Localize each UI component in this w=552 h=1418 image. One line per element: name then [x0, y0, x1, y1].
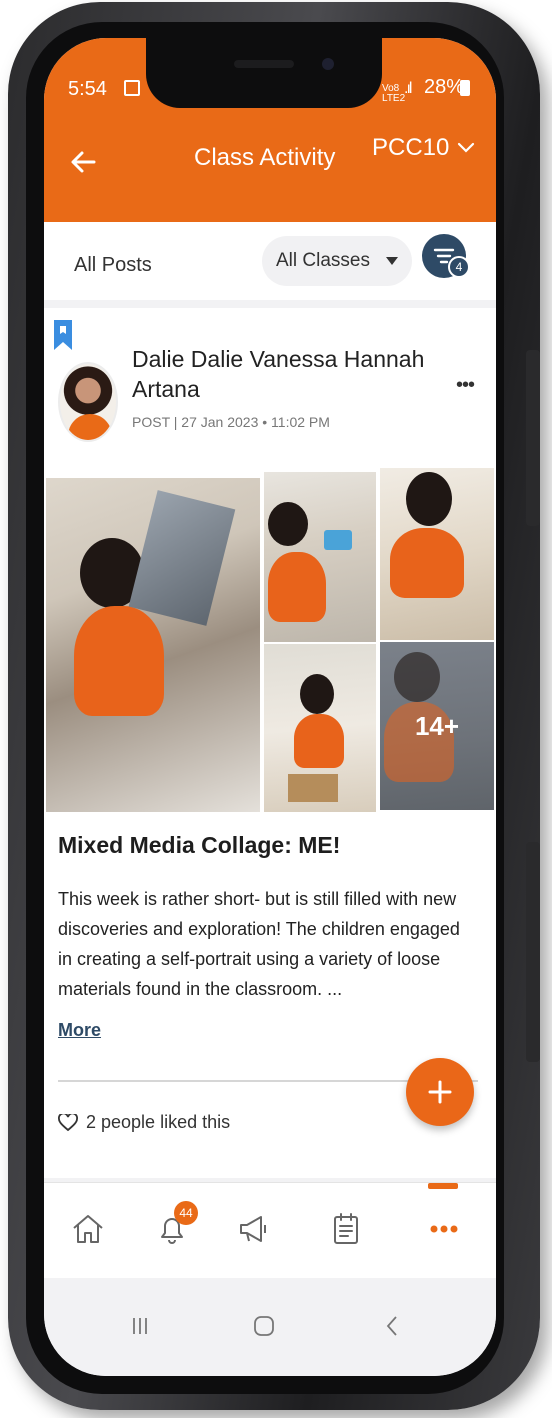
likes-count: 2 people liked this — [86, 1112, 231, 1132]
back-system-button[interactable] — [372, 1306, 412, 1346]
status-time: 5:54 — [68, 78, 107, 100]
pinned-bookmark-icon — [54, 320, 72, 350]
gallery-photo[interactable] — [264, 472, 376, 642]
nav-home[interactable] — [58, 1201, 118, 1257]
author-avatar[interactable] — [58, 362, 118, 442]
recent-apps-icon — [133, 1318, 147, 1334]
network-label: Vo8 LTE2 — [382, 83, 406, 104]
camera-notch — [146, 38, 382, 108]
calendar-icon — [334, 1213, 358, 1244]
gallery-photo[interactable] — [46, 478, 260, 812]
caret-down-icon — [386, 257, 398, 265]
likes-row[interactable]: 2 people liked this — [58, 1112, 230, 1133]
class-filter-dropdown[interactable]: All Classes — [262, 236, 412, 286]
app-screen: 5:54 Vo8 LTE2 .ıl 28% Class Activity PCC… — [44, 38, 496, 1376]
post-meta: POST | 27 Jan 2023 • 11:02 PM — [132, 414, 330, 430]
more-photos-count: 14+ — [414, 710, 460, 741]
arrow-left-icon — [71, 151, 96, 173]
home-system-button[interactable] — [244, 1306, 284, 1346]
plus-icon — [428, 1080, 452, 1104]
volume-button — [526, 350, 540, 526]
battery-percent: 28% — [424, 76, 465, 98]
system-navigation-bar — [44, 1278, 496, 1376]
class-selector-label: PCC10 — [372, 134, 450, 161]
chevron-down-icon — [458, 142, 475, 153]
battery-icon — [460, 80, 470, 96]
back-button[interactable] — [66, 144, 102, 180]
gallery-photo[interactable] — [380, 468, 494, 640]
post-body: This week is rather short- but is still … — [58, 889, 460, 999]
post-card: Dalie Dalie Vanessa Hannah Artana POST |… — [44, 308, 496, 1178]
power-button — [526, 842, 540, 1062]
post-title: Mixed Media Collage: ME! — [58, 832, 341, 858]
posts-filter-tab[interactable]: All Posts — [74, 254, 152, 277]
nav-notifications[interactable]: 44 — [142, 1201, 202, 1257]
photo-gallery: 14+ — [44, 468, 496, 812]
read-more-link[interactable]: More — [58, 1020, 101, 1041]
signal-icon: .ıl — [404, 80, 413, 97]
gallery-photo-more[interactable]: 14+ — [380, 642, 494, 810]
filter-count-badge: 4 — [448, 256, 470, 278]
nav-more[interactable] — [414, 1201, 474, 1257]
recent-apps-button[interactable] — [120, 1306, 160, 1346]
post-options-button[interactable]: ••• — [456, 374, 475, 397]
class-selector[interactable]: PCC10 — [372, 134, 475, 162]
notification-badge: 44 — [174, 1201, 198, 1225]
screenshot-icon — [124, 80, 140, 96]
gallery-photo[interactable] — [264, 644, 376, 812]
phone-frame: 5:54 Vo8 LTE2 .ıl 28% Class Activity PCC… — [8, 2, 540, 1410]
megaphone-icon — [240, 1216, 266, 1242]
filter-bar: All Posts All Classes 4 — [44, 222, 496, 300]
author-name[interactable]: Dalie Dalie Vanessa Hannah Artana — [132, 344, 432, 404]
back-chevron-icon — [386, 1316, 397, 1336]
more-icon — [430, 1225, 458, 1233]
bottom-navigation: 44 — [44, 1182, 496, 1278]
front-camera — [322, 58, 334, 70]
page-title: Class Activity — [194, 144, 336, 171]
class-filter-label: All Classes — [276, 250, 370, 271]
speaker — [234, 60, 294, 68]
nav-calendar[interactable] — [316, 1201, 376, 1257]
home-icon — [73, 1215, 103, 1243]
heart-icon[interactable] — [58, 1113, 78, 1132]
active-tab-indicator — [428, 1183, 458, 1189]
nav-announcements[interactable] — [224, 1201, 284, 1257]
home-circle-icon — [254, 1316, 274, 1336]
add-post-button[interactable] — [406, 1058, 474, 1126]
